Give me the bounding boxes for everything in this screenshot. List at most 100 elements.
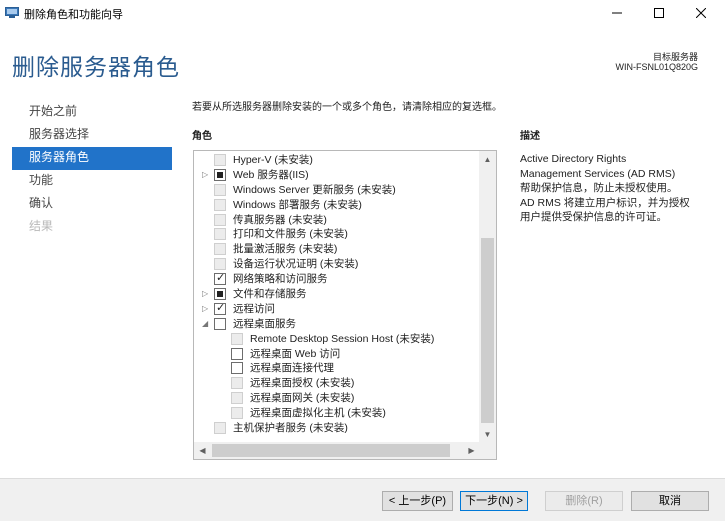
partial-check-icon (217, 291, 223, 298)
nav-item[interactable]: 开始之前 (12, 101, 172, 124)
role-row[interactable]: ✓ 网络策略和访问服务 (194, 272, 480, 287)
role-label: 传真服务器 (未安装) (233, 213, 327, 226)
role-row[interactable]: 设备运行状况证明 (未安装) (194, 257, 480, 272)
role-row[interactable]: 远程桌面授权 (未安装) (194, 376, 480, 391)
title-bar: 删除角色和功能向导 (0, 0, 725, 26)
role-row[interactable]: ◢ 远程桌面服务 (194, 317, 480, 332)
close-button[interactable] (680, 0, 722, 26)
role-checkbox (214, 243, 226, 256)
vertical-scroll-thumb[interactable] (481, 238, 494, 423)
role-row[interactable]: Remote Desktop Session Host (未安装) (194, 332, 480, 347)
role-checkbox (231, 407, 243, 420)
role-label: 打印和文件服务 (未安装) (233, 228, 348, 241)
role-checkbox (214, 183, 226, 196)
scroll-down-icon[interactable]: ▼ (479, 426, 496, 443)
nav-item[interactable]: 确认 (12, 193, 172, 216)
collapse-icon[interactable]: ◢ (202, 318, 210, 330)
scrollbar-corner (479, 442, 496, 459)
role-label: 网络策略和访问服务 (233, 273, 328, 286)
scroll-left-icon[interactable]: ◀ (194, 442, 211, 459)
role-label: 主机保护者服务 (未安装) (233, 422, 348, 435)
role-checkbox[interactable]: ✓ (214, 272, 226, 286)
scroll-up-icon[interactable]: ▲ (479, 151, 496, 168)
horizontal-scroll-thumb[interactable] (212, 444, 450, 457)
role-checkbox (231, 392, 243, 405)
window-title: 删除角色和功能向导 (24, 9, 123, 21)
role-row[interactable]: ▷ 文件和存储服务 (194, 287, 480, 302)
nav-item[interactable]: 功能 (12, 170, 172, 193)
scroll-right-icon[interactable]: ▶ (463, 442, 480, 459)
role-label: 远程桌面网关 (未安装) (250, 392, 355, 405)
role-label: 远程桌面授权 (未安装) (250, 377, 355, 390)
checkmark-icon: ✓ (216, 301, 226, 314)
role-row[interactable]: 远程桌面网关 (未安装) (194, 391, 480, 406)
maximize-button[interactable] (638, 0, 680, 26)
roles-tree[interactable]: Hyper-V (未安装) ▷ Web 服务器(IIS) Windows Server… (193, 150, 497, 460)
role-row[interactable]: 远程桌面 Web 访问 (194, 347, 480, 362)
role-row[interactable]: 打印和文件服务 (未安装) (194, 227, 480, 242)
description-line: 帮助保护信息，防止未授权使用。 (520, 182, 678, 194)
role-row[interactable]: Windows Server 更新服务 (未安装) (194, 183, 480, 198)
description-line: Management Services (AD RMS) (520, 167, 676, 180)
expand-icon[interactable]: ▷ (202, 303, 210, 315)
role-row[interactable]: 传真服务器 (未安装) (194, 213, 480, 228)
role-label: 远程桌面连接代理 (250, 362, 334, 375)
role-checkbox[interactable] (231, 347, 243, 360)
minimize-icon (612, 12, 622, 14)
nav-item[interactable]: 服务器角色 (12, 147, 172, 170)
close-icon (696, 8, 706, 18)
role-label: 文件和存储服务 (233, 288, 307, 301)
horizontal-scrollbar[interactable]: ◀ ▶ (194, 442, 480, 459)
role-checkbox[interactable] (214, 168, 226, 181)
expand-icon[interactable]: ▷ (202, 288, 210, 300)
role-label: 远程桌面 Web 访问 (250, 347, 341, 360)
role-checkbox (214, 422, 226, 435)
maximize-icon (654, 8, 664, 18)
role-checkbox (231, 332, 243, 345)
role-row[interactable]: 批量激活服务 (未安装) (194, 242, 480, 257)
server-manager-icon (5, 7, 19, 18)
role-checkbox (231, 377, 243, 390)
role-checkbox (214, 258, 226, 271)
role-label: 远程桌面服务 (233, 317, 296, 330)
description-line: 用户提供受保护信息的许可证。 (520, 211, 667, 223)
vertical-scrollbar[interactable]: ▲ ▼ (479, 151, 496, 443)
role-row[interactable]: 远程桌面连接代理 (194, 361, 480, 376)
next-button[interactable]: 下一步(N) > (460, 491, 528, 511)
button-bar: < 上一步(P) 下一步(N) > 删除(R) 取消 (0, 478, 725, 521)
role-checkbox[interactable] (214, 317, 226, 330)
description-line: AD RMS 将建立用户标识，并为授权 (520, 196, 690, 209)
wizard-nav: 开始之前 服务器选择 服务器角色 功能 确认结果 (12, 101, 172, 239)
nav-item: 结果 (29, 219, 54, 233)
role-row[interactable]: Windows 部署服务 (未安装) (194, 198, 480, 213)
previous-button[interactable]: < 上一步(P) (382, 491, 453, 511)
instruction-text: 若要从所选服务器删除安装的一个或多个角色，请清除相应的复选框。 (192, 102, 502, 113)
role-label: Hyper-V (未安装) (233, 154, 313, 166)
remove-button[interactable]: 删除(R) (545, 491, 623, 511)
role-checkbox (214, 198, 226, 211)
description-text: Active Directory Rights Management Servic… (520, 152, 710, 225)
role-row[interactable]: ▷ ✓ 远程访问 (194, 302, 480, 317)
role-checkbox (214, 228, 226, 241)
description-heading: 描述 (520, 131, 540, 142)
nav-item[interactable]: 服务器选择 (12, 124, 172, 147)
role-checkbox[interactable]: ✓ (214, 301, 226, 315)
role-label: 远程访问 (233, 302, 275, 315)
page-title: 删除服务器角色 (12, 55, 180, 81)
role-checkbox (214, 213, 226, 226)
role-label: Windows Server 更新服务 (未安装) (233, 183, 396, 196)
role-row[interactable]: 主机保护者服务 (未安装) (194, 421, 480, 436)
role-label: 批量激活服务 (未安装) (233, 243, 338, 256)
cancel-button[interactable]: 取消 (631, 491, 709, 511)
role-checkbox[interactable] (231, 362, 243, 375)
minimize-button[interactable] (596, 0, 638, 26)
role-label: 设备运行状况证明 (未安装) (233, 258, 359, 271)
checkmark-icon: ✓ (216, 272, 226, 285)
role-row[interactable]: 远程桌面虚拟化主机 (未安装) (194, 406, 480, 421)
role-row[interactable]: ▷ Web 服务器(IIS) (194, 168, 480, 183)
role-label: 远程桌面虚拟化主机 (未安装) (250, 407, 386, 420)
role-checkbox[interactable] (214, 288, 226, 301)
partial-check-icon (217, 171, 223, 178)
role-row[interactable]: Hyper-V (未安装) (194, 153, 480, 168)
expand-icon[interactable]: ▷ (202, 169, 210, 181)
